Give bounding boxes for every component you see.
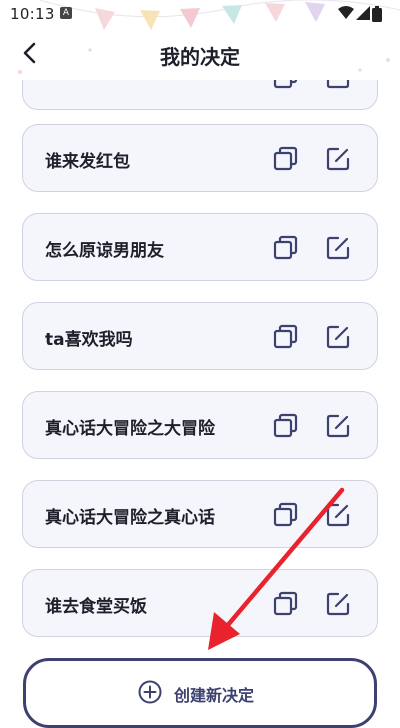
decision-card[interactable]: ta喜欢我吗 [22, 302, 378, 370]
copy-icon[interactable] [273, 235, 299, 261]
decision-card[interactable]: 谁来发红包 [22, 124, 378, 192]
wifi-icon [338, 6, 354, 19]
edit-icon[interactable] [325, 324, 351, 350]
copy-icon[interactable] [273, 80, 299, 90]
decision-label: 谁去食堂买饭 [45, 597, 147, 617]
create-decision-button[interactable]: 创建新决定 [23, 658, 377, 728]
app-header: 我的决定 [0, 28, 400, 80]
decision-label: 谁来发红包 [45, 152, 130, 172]
copy-icon[interactable] [273, 324, 299, 350]
decision-list[interactable]: 谁来发红包 怎么原谅男朋友 ta喜欢我吗 真心话大冒险之大冒险 真心话大冒险之真… [0, 80, 400, 650]
create-decision-label: 创建新决定 [174, 686, 255, 705]
decision-label: 真心话大冒险之真心话 [45, 508, 215, 528]
edit-icon[interactable] [325, 502, 351, 528]
copy-icon[interactable] [273, 591, 299, 617]
copy-icon[interactable] [273, 146, 299, 172]
decision-card[interactable]: 谁去食堂买饭 [22, 569, 378, 637]
decision-card[interactable]: 怎么原谅男朋友 [22, 213, 378, 281]
signal-icon [356, 6, 370, 20]
decision-label: 怎么原谅男朋友 [45, 241, 164, 261]
plus-circle-icon [138, 680, 162, 704]
copy-icon[interactable] [273, 413, 299, 439]
decision-label: ta喜欢我吗 [45, 330, 133, 350]
copy-icon[interactable] [273, 502, 299, 528]
notification-app-icon: A [60, 7, 72, 19]
decision-card[interactable] [22, 80, 378, 110]
decision-card[interactable]: 真心话大冒险之真心话 [22, 480, 378, 548]
battery-icon [372, 6, 382, 22]
edit-icon[interactable] [325, 235, 351, 261]
status-bar: 10:13 A [0, 0, 400, 28]
edit-icon[interactable] [325, 80, 351, 90]
edit-icon[interactable] [325, 146, 351, 172]
edit-icon[interactable] [325, 413, 351, 439]
page-title: 我的决定 [160, 45, 240, 69]
decision-label: 真心话大冒险之大冒险 [45, 419, 215, 439]
edit-icon[interactable] [325, 591, 351, 617]
status-time: 10:13 [10, 5, 55, 23]
decision-card[interactable]: 真心话大冒险之大冒险 [22, 391, 378, 459]
